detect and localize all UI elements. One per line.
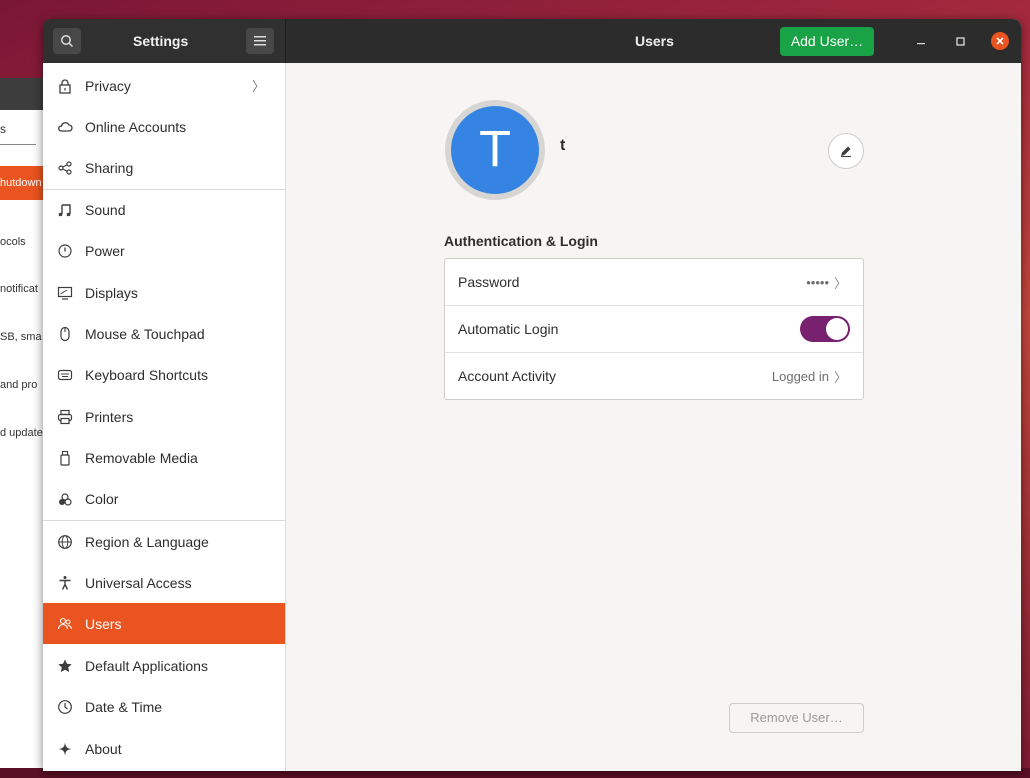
sidebar-item-region-language[interactable]: Region & Language — [43, 521, 285, 562]
display-icon — [45, 285, 85, 301]
sidebar-item-mouse-touchpad[interactable]: Mouse & Touchpad — [43, 313, 285, 354]
sidebar-item-sharing[interactable]: Sharing — [43, 147, 285, 188]
lock-icon — [45, 78, 85, 94]
users-icon — [45, 616, 85, 632]
sidebar-item-about[interactable]: About — [43, 728, 285, 769]
settings-window: Settings Users Add User… Privacy 〉 Onlin… — [43, 19, 1021, 771]
switch-knob — [826, 318, 848, 340]
close-button[interactable] — [991, 32, 1009, 50]
sidebar-item-online-accounts[interactable]: Online Accounts — [43, 106, 285, 147]
sidebar-item-color[interactable]: Color — [43, 478, 285, 519]
keyboard-icon — [45, 367, 85, 383]
search-button[interactable] — [53, 28, 81, 54]
sidebar-item-universal-access[interactable]: Universal Access — [43, 562, 285, 603]
account-activity-row[interactable]: Account Activity Logged in 〉 — [445, 353, 863, 399]
sidebar-item-label: Users — [85, 615, 122, 632]
account-activity-value: Logged in — [771, 368, 829, 384]
sidebar-item-label: Date & Time — [85, 698, 163, 715]
sidebar-item-displays[interactable]: Displays — [43, 272, 285, 313]
titlebar: Settings Users Add User… — [43, 19, 1021, 63]
sidebar-item-label: Printers — [85, 408, 134, 425]
sidebar-item-default-applications[interactable]: Default Applications — [43, 645, 285, 686]
close-icon — [996, 37, 1004, 45]
maximize-button[interactable] — [951, 32, 969, 50]
sidebar-item-label: Removable Media — [85, 449, 198, 466]
sidebar-item-keyboard-shortcuts[interactable]: Keyboard Shortcuts — [43, 354, 285, 395]
maximize-icon — [955, 36, 965, 46]
sidebar-item-users[interactable]: Users — [43, 603, 285, 644]
sidebar-item-label: Keyboard Shortcuts — [85, 366, 208, 383]
sidebar-item-label: Sound — [85, 201, 126, 218]
sidebar-item-printers[interactable]: Printers — [43, 396, 285, 437]
remove-user-button[interactable]: Remove User… — [729, 703, 864, 733]
user-name: t — [560, 137, 566, 154]
sparkle-icon — [45, 741, 85, 757]
section-title: Authentication & Login — [444, 233, 598, 249]
sidebar-item-power[interactable]: Power — [43, 230, 285, 271]
sidebar-item-label: Mouse & Touchpad — [85, 325, 205, 342]
sidebar-item-label: Online Accounts — [85, 118, 187, 135]
share-icon — [45, 160, 85, 176]
sidebar: Privacy 〉 Online Accounts Sharing Sound … — [43, 63, 286, 771]
sidebar-item-label: Displays — [85, 284, 138, 301]
automatic-login-row[interactable]: Automatic Login — [445, 306, 863, 352]
pencil-icon — [841, 146, 851, 157]
menu-button[interactable] — [246, 28, 274, 54]
auth-list: Password ••••• 〉 Automatic Login Account… — [444, 258, 864, 400]
chevron-right-icon: 〉 — [833, 275, 847, 291]
avatar-button[interactable]: T — [445, 100, 545, 200]
app-title: Settings — [133, 33, 189, 49]
account-activity-label: Account Activity — [458, 368, 557, 384]
sidebar-item-label: Power — [85, 242, 125, 259]
automatic-login-switch[interactable] — [800, 316, 850, 342]
password-value: ••••• — [806, 274, 829, 290]
background-search-field[interactable]: s — [0, 122, 36, 145]
password-label: Password — [458, 274, 520, 290]
sidebar-item-label: About — [85, 740, 122, 757]
sidebar-item-label: Region & Language — [85, 533, 209, 550]
cloud-icon — [45, 119, 85, 135]
sidebar-item-removable-media[interactable]: Removable Media — [43, 437, 285, 478]
minimize-icon — [917, 43, 925, 45]
hamburger-icon — [254, 36, 266, 46]
sidebar-item-date-time[interactable]: Date & Time — [43, 686, 285, 727]
page-title: Users — [635, 33, 674, 49]
sidebar-item-privacy[interactable]: Privacy 〉 — [43, 65, 285, 106]
edit-name-button[interactable] — [828, 133, 864, 169]
printer-icon — [45, 409, 85, 425]
sidebar-item-label: Color — [85, 490, 119, 507]
accessibility-icon — [45, 575, 85, 591]
avatar: T — [451, 106, 539, 194]
clock-icon — [45, 699, 85, 715]
password-row[interactable]: Password ••••• 〉 — [445, 259, 863, 305]
sidebar-headerbar: Settings — [43, 19, 286, 63]
sidebar-item-label: Sharing — [85, 159, 134, 176]
sidebar-item-label: Privacy — [85, 77, 131, 94]
music-note-icon — [45, 202, 85, 218]
mouse-icon — [45, 326, 85, 342]
chevron-right-icon: 〉 — [833, 369, 847, 385]
search-icon — [61, 35, 74, 48]
sidebar-item-label: Universal Access — [85, 574, 192, 591]
automatic-login-label: Automatic Login — [458, 321, 559, 337]
sidebar-item-sound[interactable]: Sound — [43, 189, 285, 230]
color-icon — [45, 491, 85, 507]
star-icon — [45, 658, 85, 674]
power-icon — [45, 243, 85, 259]
sidebar-item-label: Default Applications — [85, 657, 208, 674]
add-user-button[interactable]: Add User… — [780, 27, 874, 56]
chevron-right-icon: 〉 — [251, 79, 265, 94]
minimize-button[interactable] — [912, 32, 930, 50]
globe-icon — [45, 534, 85, 550]
usb-drive-icon — [45, 450, 85, 466]
